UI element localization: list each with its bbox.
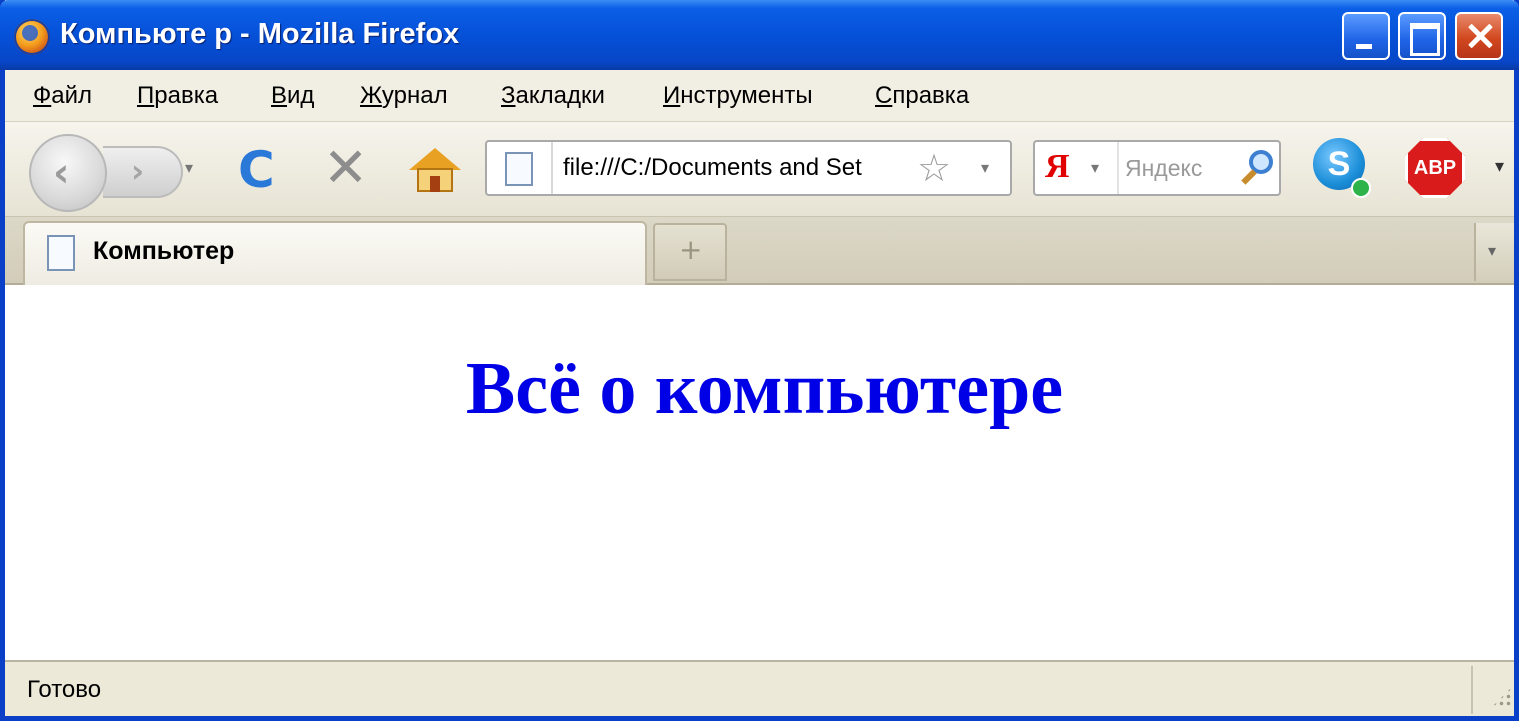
page-content: Всё о компьютере	[5, 285, 1514, 660]
back-forward-group: › ‹ ▾	[25, 134, 215, 212]
navigation-toolbar: › ‹ ▾ C ✕ file:///C:/Documents and Set ☆…	[5, 122, 1514, 217]
page-icon	[47, 235, 75, 271]
tab-strip: Компьютер + ▾	[5, 217, 1514, 285]
plus-icon: +	[679, 233, 703, 266]
url-input[interactable]: file:///C:/Documents and Set	[563, 154, 909, 182]
browser-window: Компьюте р - Mozilla Firefox Файл Правка…	[0, 0, 1519, 721]
menu-bar: Файл Правка Вид Журнал Закладки Инструме…	[5, 70, 1514, 122]
back-button[interactable]: ‹	[29, 134, 107, 212]
yandex-logo-icon[interactable]: Я	[1045, 148, 1070, 186]
chevron-right-icon: ›	[131, 152, 145, 190]
url-dropdown-icon[interactable]: ▾	[981, 158, 989, 177]
minimize-button[interactable]	[1342, 12, 1390, 60]
page-icon	[505, 152, 533, 186]
resize-grip-icon[interactable]	[1491, 686, 1513, 708]
menu-history[interactable]: Журнал	[360, 82, 448, 110]
home-icon[interactable]	[409, 148, 461, 196]
skype-icon[interactable]: S	[1311, 138, 1371, 200]
status-bar: Готово	[5, 660, 1514, 716]
title-bar[interactable]: Компьюте р - Mozilla Firefox	[0, 0, 1519, 70]
search-input[interactable]	[1125, 150, 1235, 186]
page-heading: Всё о компьютере	[465, 348, 1064, 430]
window-title: Компьюте р - Mozilla Firefox	[60, 18, 460, 50]
maximize-button[interactable]	[1398, 12, 1446, 60]
menu-bookmarks[interactable]: Закладки	[501, 82, 605, 110]
menu-edit[interactable]: Правка	[137, 82, 218, 110]
tab-computer[interactable]: Компьютер	[23, 221, 647, 285]
reload-icon[interactable]: C	[238, 142, 288, 198]
search-engine-dropdown-icon[interactable]: ▾	[1091, 158, 1099, 177]
history-dropdown-icon[interactable]: ▾	[185, 158, 193, 177]
toolbar-overflow-icon[interactable]: ▾	[1495, 156, 1504, 177]
menu-tools[interactable]: Инструменты	[663, 82, 813, 110]
chevron-left-icon: ‹	[53, 150, 70, 196]
firefox-icon	[14, 19, 50, 55]
chevron-down-icon: ▾	[1488, 241, 1497, 260]
menu-help[interactable]: Справка	[875, 82, 969, 110]
address-bar[interactable]: file:///C:/Documents and Set ☆ ▾	[485, 140, 1012, 196]
forward-button[interactable]: ›	[103, 146, 183, 198]
star-icon[interactable]: ☆	[917, 146, 951, 190]
abp-label: ABP	[1413, 157, 1457, 179]
menu-file[interactable]: Файл	[33, 82, 92, 110]
search-icon[interactable]	[1239, 146, 1279, 190]
status-text: Готово	[27, 676, 102, 703]
tab-title: Компьютер	[93, 237, 235, 265]
stop-icon[interactable]: ✕	[323, 140, 373, 196]
menu-view[interactable]: Вид	[271, 82, 314, 110]
adblock-plus-icon[interactable]: ABP	[1405, 138, 1465, 198]
tabs-list-button[interactable]: ▾	[1474, 223, 1514, 281]
new-tab-button[interactable]: +	[653, 223, 727, 281]
search-bar: Я ▾	[1033, 140, 1281, 196]
close-button[interactable]	[1455, 12, 1503, 60]
